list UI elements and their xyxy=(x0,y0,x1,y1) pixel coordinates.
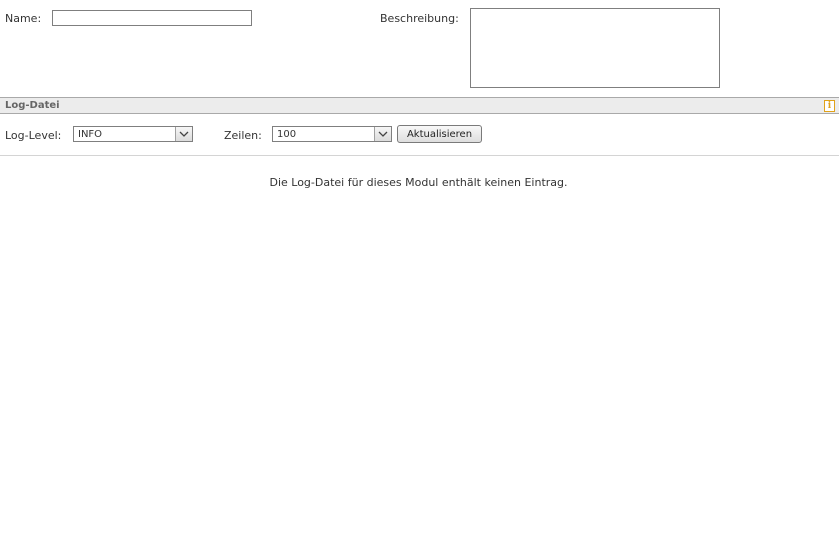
refresh-button[interactable]: Aktualisieren xyxy=(397,125,482,143)
lines-select[interactable]: 100 xyxy=(272,126,392,142)
lines-label: Zeilen: xyxy=(224,129,262,142)
chevron-down-icon[interactable] xyxy=(374,127,391,141)
chevron-down-icon[interactable] xyxy=(175,127,192,141)
name-label: Name: xyxy=(5,12,42,25)
divider xyxy=(0,155,839,156)
description-textarea[interactable] xyxy=(470,8,720,88)
log-level-select[interactable]: INFO xyxy=(73,126,193,142)
lines-selected-value: 100 xyxy=(277,129,297,140)
name-input[interactable] xyxy=(52,10,252,26)
log-level-label: Log-Level: xyxy=(5,129,62,142)
empty-log-message: Die Log-Datei für dieses Modul enthält k… xyxy=(269,176,568,189)
log-file-section-header: Log-Datei i xyxy=(0,97,839,114)
description-label: Beschreibung: xyxy=(380,12,459,25)
log-level-selected-value: INFO xyxy=(78,129,103,140)
info-icon[interactable]: i xyxy=(824,100,835,112)
section-title: Log-Datei xyxy=(5,100,60,111)
